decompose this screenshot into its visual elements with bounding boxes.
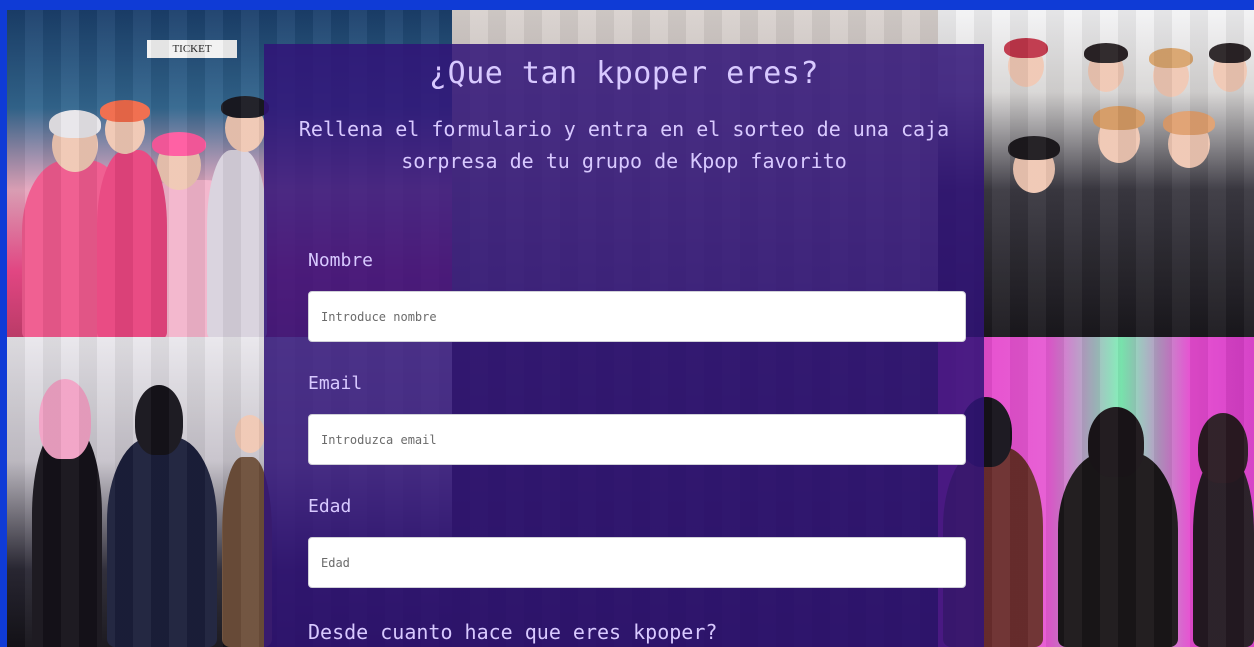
page-title: ¿Que tan kpoper eres? (429, 56, 819, 91)
name-label: Nombre (308, 250, 374, 271)
ticket-sign: TICKET (147, 40, 237, 58)
top-border (0, 0, 1254, 8)
name-input[interactable] (308, 291, 966, 342)
page-subtitle: Rellena el formulario y entra en el sort… (298, 117, 950, 173)
background-photo-top-right (938, 10, 1254, 337)
form-panel: ¿Que tan kpoper eres? Rellena el formula… (264, 44, 984, 647)
email-label: Email (308, 373, 363, 394)
age-input[interactable] (308, 537, 966, 588)
since-question-label: Desde cuanto hace que eres kpoper? (308, 620, 718, 644)
age-label: Edad (308, 496, 352, 517)
email-input[interactable] (308, 414, 966, 465)
background-photo-bottom-right (938, 337, 1254, 647)
